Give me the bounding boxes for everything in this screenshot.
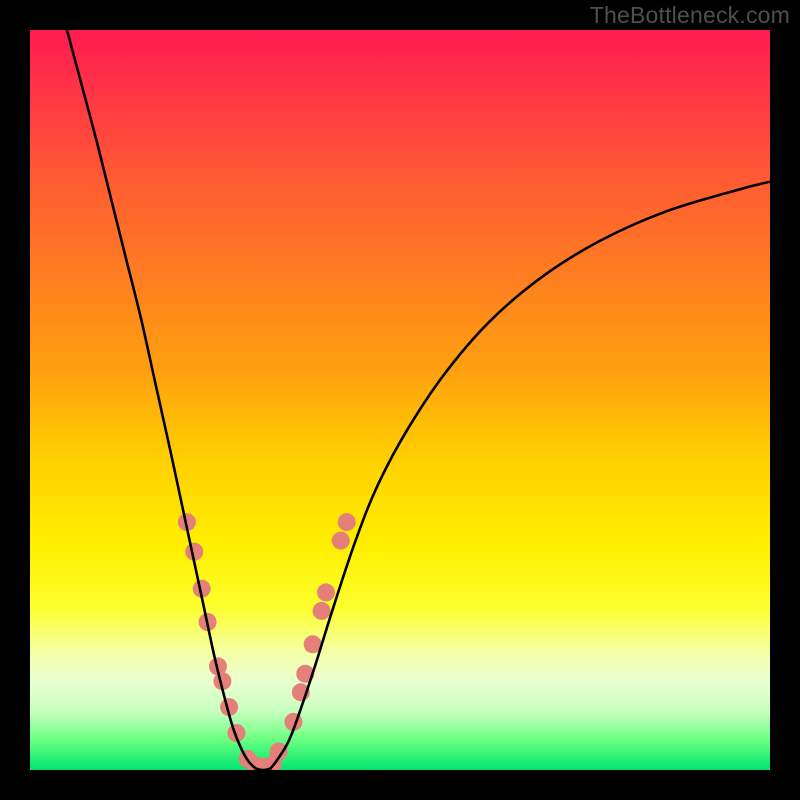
- curve-left-curve: [67, 30, 256, 769]
- curve-bottom-connector: [256, 769, 271, 770]
- curve-right-curve: [271, 182, 771, 769]
- chart-svg: [30, 30, 770, 770]
- scatter-dot: [317, 583, 335, 601]
- watermark-text: TheBottleneck.com: [590, 2, 790, 29]
- scatter-dot: [313, 602, 331, 620]
- scatter-dot: [338, 513, 356, 531]
- scatter-dot: [332, 532, 350, 550]
- scatter-dots-layer: [178, 513, 356, 770]
- plot-area: [30, 30, 770, 770]
- curve-lines-layer: [67, 30, 770, 770]
- chart-container: TheBottleneck.com: [0, 0, 800, 800]
